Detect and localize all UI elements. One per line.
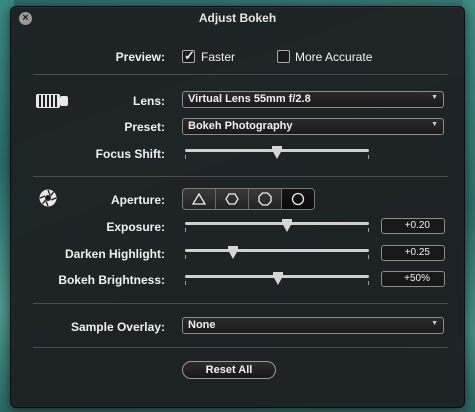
hexagon-icon (225, 193, 239, 205)
faster-checkbox[interactable]: ✓ (182, 48, 195, 63)
chevron-down-icon: ▼ (431, 94, 438, 101)
aperture-hexagon-option[interactable] (216, 189, 249, 209)
preset-select[interactable]: Bokeh Photography ▼ (182, 118, 444, 135)
sample-overlay-value: None (188, 319, 216, 331)
exposure-value: +0.20 (404, 220, 430, 231)
checkmark-icon: ✓ (184, 48, 195, 63)
focus-shift-label: Focus Shift: (95, 147, 165, 161)
sample-overlay-label: Sample Overlay: (70, 320, 165, 334)
aperture-circle-option[interactable] (282, 189, 314, 209)
bokeh-brightness-label: Bokeh Brightness: (58, 273, 165, 287)
preset-value: Bokeh Photography (188, 120, 293, 132)
triangle-icon (192, 193, 206, 205)
exposure-label: Exposure: (106, 220, 165, 234)
aperture-octagon-option[interactable] (249, 189, 282, 209)
aperture-icon (39, 189, 57, 207)
window-title: Adjust Bokeh (198, 11, 277, 25)
focus-shift-knob-tip[interactable] (272, 150, 282, 159)
aperture-label: Aperture: (110, 193, 165, 207)
slider-tick (368, 155, 369, 159)
preview-label: Preview: (115, 50, 165, 64)
lens-value: Virtual Lens 55mm f/2.8 (188, 93, 311, 105)
more-accurate-checkbox[interactable] (277, 50, 290, 63)
slider-tick (368, 228, 369, 232)
aperture-shape-control[interactable] (182, 188, 315, 210)
divider (33, 347, 448, 348)
darken-highlight-knob-tip[interactable] (228, 250, 238, 259)
darken-highlight-track[interactable] (185, 249, 369, 252)
slider-tick (185, 255, 186, 259)
faster-label[interactable]: Faster (201, 50, 235, 64)
octagon-icon (258, 192, 272, 206)
exposure-track[interactable] (185, 222, 369, 225)
bokeh-brightness-value: +50% (404, 273, 430, 284)
preset-label: Preset: (124, 120, 165, 134)
divider (33, 74, 448, 75)
adjust-bokeh-panel: × Adjust Bokeh Preview: ✓ Faster More Ac… (10, 6, 465, 408)
bokeh-brightness-value-field[interactable]: +50% (381, 271, 445, 287)
lens-label: Lens: (132, 94, 165, 108)
lens-select[interactable]: Virtual Lens 55mm f/2.8 ▼ (182, 91, 444, 108)
slider-tick (368, 255, 369, 259)
slider-tick (185, 228, 186, 232)
aperture-triangle-option[interactable] (183, 189, 216, 209)
more-accurate-label[interactable]: More Accurate (295, 50, 372, 64)
chevron-down-icon: ▼ (431, 320, 438, 327)
slider-tick (185, 155, 186, 159)
divider (33, 303, 448, 304)
divider (33, 176, 448, 177)
darken-highlight-value: +0.25 (404, 247, 430, 258)
reset-all-button[interactable]: Reset All (182, 361, 276, 379)
chevron-down-icon: ▼ (431, 121, 438, 128)
darken-highlight-value-field[interactable]: +0.25 (381, 245, 445, 261)
exposure-knob-tip[interactable] (282, 223, 292, 232)
exposure-value-field[interactable]: +0.20 (381, 218, 445, 234)
bokeh-brightness-knob-tip[interactable] (273, 276, 283, 285)
darken-highlight-label: Darken Highlight: (64, 247, 165, 261)
sample-overlay-select[interactable]: None ▼ (182, 317, 444, 334)
titlebar: × Adjust Bokeh (11, 7, 464, 29)
slider-tick (185, 281, 186, 285)
slider-tick (368, 281, 369, 285)
circle-icon (291, 192, 305, 206)
lens-icon (36, 94, 68, 108)
